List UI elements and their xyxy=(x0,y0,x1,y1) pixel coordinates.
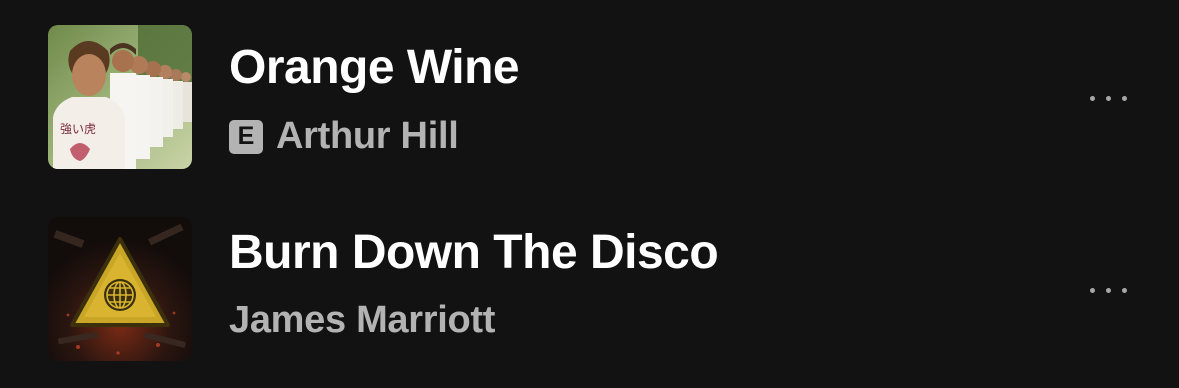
track-list: 強い虎 Orange Wine E Arthur Hill Burn Down … xyxy=(0,0,1179,388)
more-dot xyxy=(1105,95,1111,101)
track-title: Orange Wine xyxy=(229,41,520,94)
more-horizontal-icon xyxy=(1089,287,1095,293)
album-art: 強い虎 xyxy=(48,25,192,169)
track-row[interactable]: Burn Down The Disco James Marriott xyxy=(0,217,1179,363)
more-options-button[interactable] xyxy=(1076,78,1140,118)
track-meta: James Marriott xyxy=(229,299,495,342)
explicit-badge: E xyxy=(229,119,263,154)
more-options-button[interactable] xyxy=(1076,270,1140,310)
svg-text:強い虎: 強い虎 xyxy=(60,122,96,136)
track-artist: Arthur Hill xyxy=(276,115,459,157)
track-title: Burn Down The Disco xyxy=(229,226,719,279)
more-dot xyxy=(1121,95,1127,101)
track-row[interactable]: 強い虎 Orange Wine E Arthur Hill xyxy=(0,25,1179,171)
more-dot xyxy=(1105,287,1111,293)
more-horizontal-icon xyxy=(1089,95,1095,101)
track-artist: James Marriott xyxy=(229,299,496,341)
album-art xyxy=(48,217,192,361)
more-dot xyxy=(1121,287,1127,293)
track-meta: E Arthur Hill xyxy=(229,115,459,158)
